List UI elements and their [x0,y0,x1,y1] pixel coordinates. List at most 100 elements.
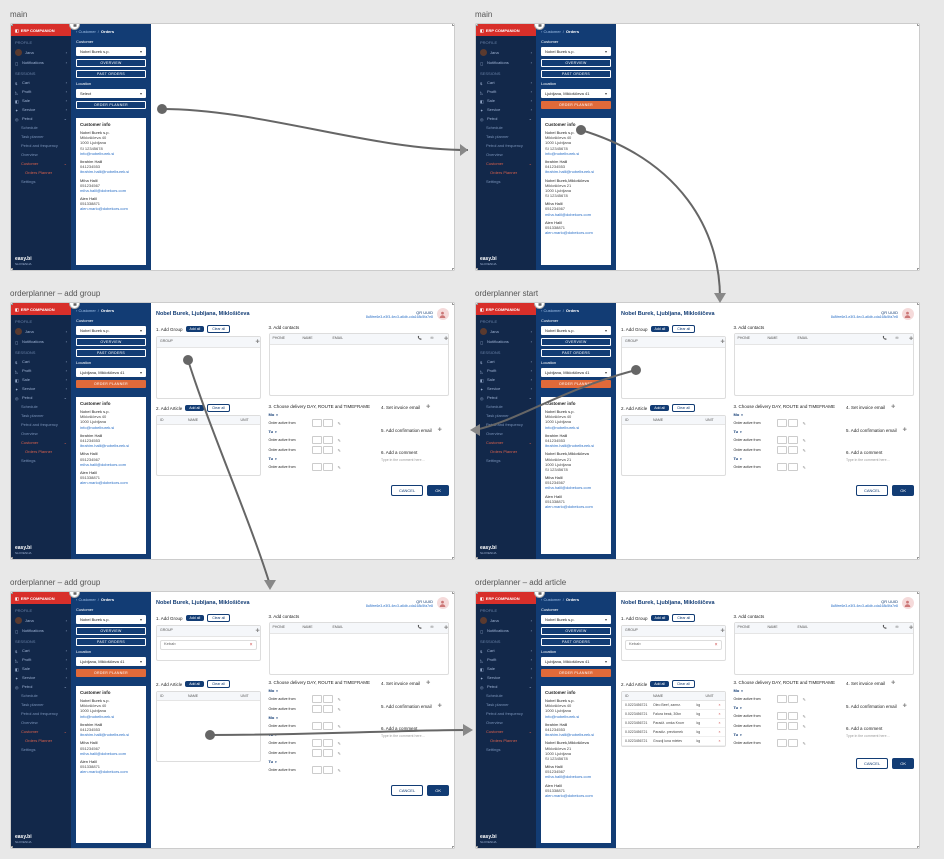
sidebar-schedule[interactable]: Schedule [11,123,71,132]
contact-icon[interactable] [437,308,449,320]
customer-select[interactable]: Nobel Burek s.p. [541,326,611,335]
sidebar-settings[interactable]: Settings [11,177,71,186]
add-all-button[interactable]: Add all [650,405,669,411]
sidebar-service[interactable]: ✦Service› [476,673,536,682]
add-icon[interactable]: ✚ [426,404,430,410]
sidebar-customer[interactable]: Customer⌄ [11,727,71,736]
resize-handle[interactable] [917,846,920,849]
add-all-button[interactable]: Add all [186,326,205,332]
sidebar-service[interactable]: ✦Service› [476,384,536,393]
past-orders-button[interactable]: PAST ORDERS [541,638,611,646]
sidebar-ordersplanner[interactable]: Orders Planner [476,168,536,177]
sidebar-cart[interactable]: $Cart› [11,78,71,87]
table-row[interactable]: 0.0223456721Paradž. omka Knorrkg× [622,719,725,728]
add-icon[interactable]: ✚ [438,427,442,433]
stepper-input[interactable] [323,463,333,471]
sidebar-cart[interactable]: $Cart› [476,78,536,87]
location-select[interactable]: Ljubljana, Miklošičeva 41 [541,89,611,98]
stepper-input[interactable] [323,695,333,703]
add-all-button[interactable]: Add all [651,326,670,332]
breadcrumb-customer[interactable]: Customer [78,29,95,34]
sidebar-petrol[interactable]: ◎Petrol⌄ [11,682,71,691]
sidebar-overview[interactable]: Overview [476,150,536,159]
edit-icon[interactable]: ✎ [803,438,806,443]
location-select[interactable]: Select [76,89,146,98]
sidebar-ordersplanner[interactable]: Orders Planner [11,447,71,456]
resize-handle[interactable] [475,302,478,305]
resize-handle[interactable] [917,557,920,560]
day-tu[interactable]: Tu [269,429,374,434]
day-mo[interactable]: Mo [269,688,374,693]
clear-all-button[interactable]: Clear all [672,680,695,688]
sidebar-user[interactable]: Jana› [11,326,71,337]
resize-handle[interactable] [917,302,920,305]
remove-icon[interactable]: × [715,728,724,736]
clear-icon[interactable]: × [715,642,718,648]
edit-icon[interactable]: ✎ [338,697,341,702]
resize-handle[interactable] [917,591,920,594]
resize-handle[interactable] [452,591,455,594]
ok-button[interactable]: OK [427,785,449,796]
edit-icon[interactable]: ✎ [338,438,341,443]
sidebar-ordersplanner[interactable]: Orders Planner [476,447,536,456]
stepper-input[interactable] [323,749,333,757]
sidebar-overview[interactable]: Overview [11,718,71,727]
resize-handle[interactable] [10,846,13,849]
edit-icon[interactable]: ✎ [803,697,806,702]
edit-icon[interactable]: ✎ [803,448,806,453]
sidebar-profit[interactable]: ◺Profit› [476,655,536,664]
resize-handle[interactable] [917,268,920,271]
resize-handle[interactable] [475,23,478,26]
overview-button[interactable]: OVERVIEW [541,338,611,346]
stepper-input[interactable] [777,419,787,427]
past-orders-button[interactable]: PAST ORDERS [541,70,611,78]
sidebar-petrolfreq[interactable]: Petrol and frequency [11,420,71,429]
add-row-icon[interactable]: ✚ [909,336,913,342]
overview-button[interactable]: OVERVIEW [76,338,146,346]
sidebar-petrolfreq[interactable]: Petrol and frequency [476,141,536,150]
sidebar-customer[interactable]: Customer⌄ [11,159,71,168]
day-tu[interactable]: Tu [734,705,839,710]
edit-icon[interactable]: ✎ [338,465,341,470]
day-mo2[interactable]: Mo [269,715,374,720]
stepper-input[interactable] [323,722,333,730]
ok-button[interactable]: OK [892,485,914,496]
stepper-input[interactable] [788,722,798,730]
stepper-input[interactable] [312,766,322,774]
sidebar-notifications[interactable]: ◻Notifications› [476,58,536,67]
day-extra[interactable]: Tu [734,456,839,461]
customer-select[interactable]: Nobel Burek s.p. [541,47,611,56]
order-planner-button[interactable]: ORDER PLANNER [541,669,611,677]
sidebar-taskplanner[interactable]: Task planner [11,700,71,709]
resize-handle[interactable] [452,302,455,305]
sidebar-sale[interactable]: ◧Sale› [11,375,71,384]
day-mo[interactable]: Mo [734,412,839,417]
clear-all-button[interactable]: Clear all [207,614,230,622]
sidebar-petrolfreq[interactable]: Petrol and frequency [476,420,536,429]
edit-icon[interactable]: ✎ [338,751,341,756]
resize-handle[interactable] [917,23,920,26]
sidebar-petrol[interactable]: ◎Petrol⌄ [476,682,536,691]
breadcrumb-customer[interactable]: Customer [78,308,95,313]
sidebar-profit[interactable]: ◺Profit› [11,655,71,664]
sidebar-cart[interactable]: $Cart› [476,646,536,655]
sidebar-customer[interactable]: Customer⌄ [476,159,536,168]
stepper-input[interactable] [312,446,322,454]
overview-button[interactable]: OVERVIEW [541,627,611,635]
sidebar-notifications[interactable]: ◻Notifications› [11,626,71,635]
contact-icon[interactable] [902,597,914,609]
sidebar-service[interactable]: ✦Service› [11,673,71,682]
sidebar-service[interactable]: ✦Service› [11,105,71,114]
sidebar-user[interactable]: Jana› [11,47,71,58]
stepper-input[interactable] [777,695,787,703]
sidebar-notifications[interactable]: ◻Notifications› [11,58,71,67]
location-select[interactable]: Ljubljana, Miklošičeva 41 [541,368,611,377]
past-orders-button[interactable]: PAST ORDERS [76,70,146,78]
edit-icon[interactable]: ✎ [338,741,341,746]
table-row[interactable]: 0.0223456721Grozdj luna mletevkg× [622,737,725,746]
stepper-input[interactable] [312,739,322,747]
sidebar-sale[interactable]: ◧Sale› [11,664,71,673]
sidebar-sale[interactable]: ◧Sale› [476,664,536,673]
location-select[interactable]: Ljubljana, Miklošičeva 41 [76,657,146,666]
stepper-input[interactable] [312,419,322,427]
